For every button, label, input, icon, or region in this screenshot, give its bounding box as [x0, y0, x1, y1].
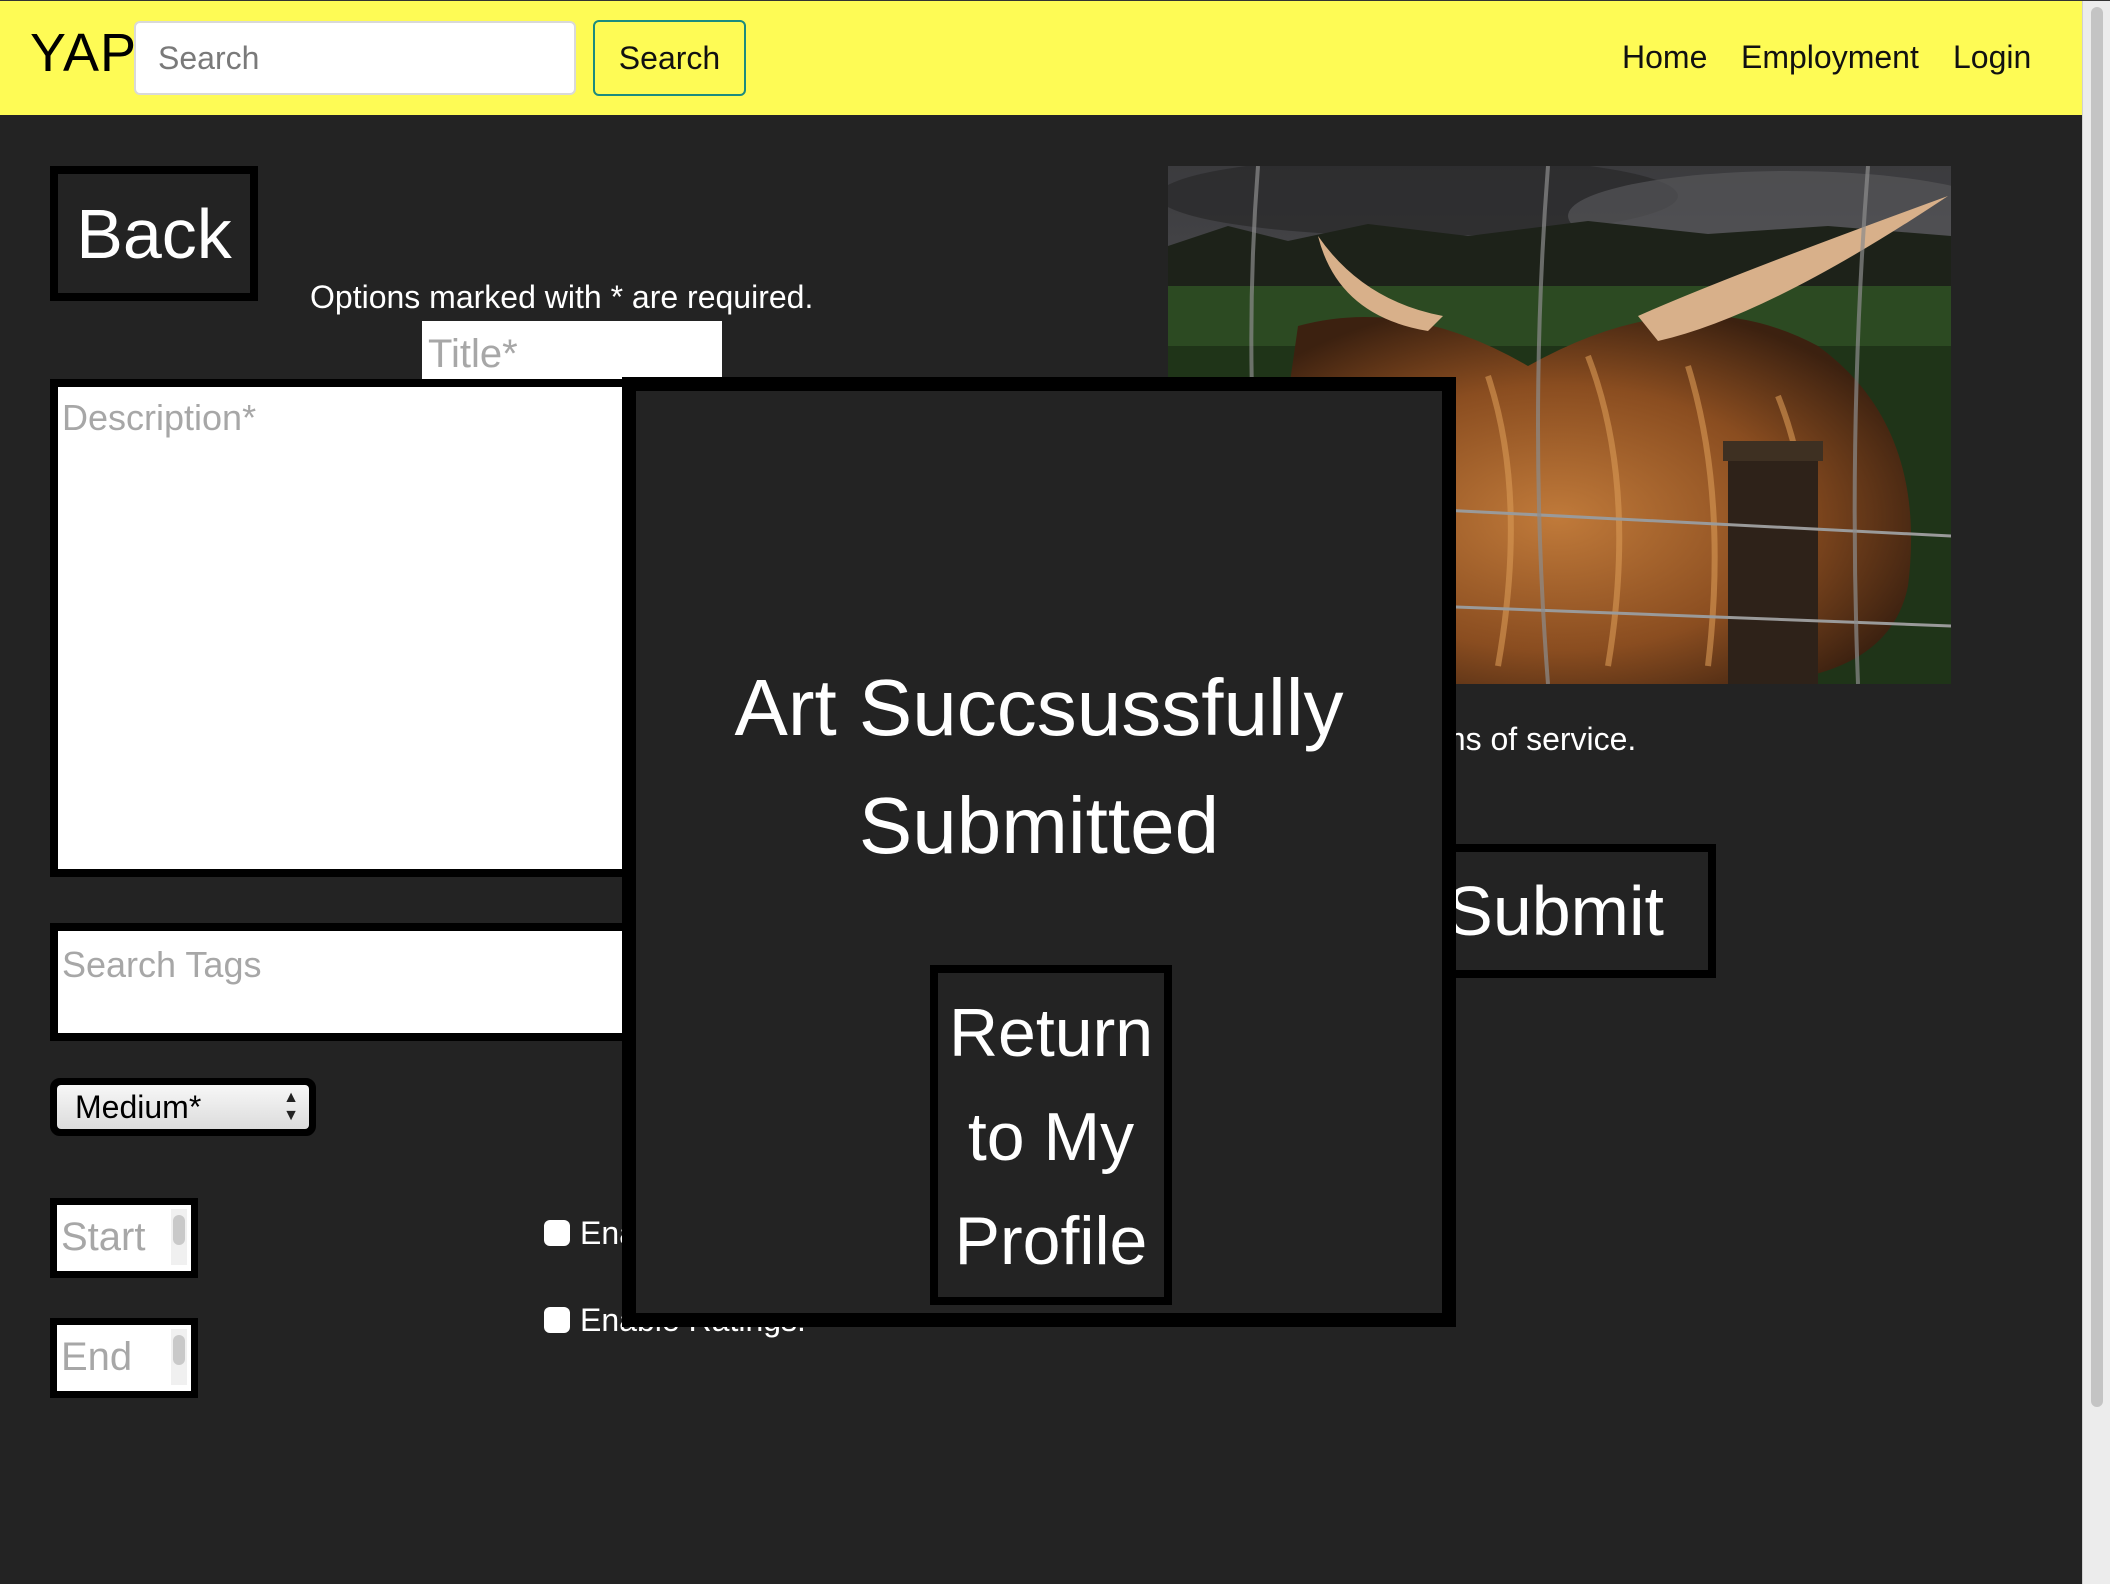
- description-box: [50, 379, 650, 877]
- enable-comments-checkbox[interactable]: [544, 1220, 570, 1246]
- required-note: Options marked with * are required.: [310, 279, 814, 315]
- nav-link-home[interactable]: Home: [1622, 37, 1707, 77]
- search-tags-input[interactable]: [58, 931, 642, 1033]
- end-time-spinner[interactable]: [171, 1329, 187, 1385]
- success-modal: Art Succsussfully Submitted Return to My…: [622, 377, 1456, 1327]
- title-input[interactable]: [422, 321, 722, 379]
- description-input[interactable]: [58, 387, 642, 869]
- modal-title: Art Succsussfully Submitted: [734, 663, 1344, 870]
- vertical-scrollbar[interactable]: [2082, 1, 2110, 1584]
- start-time-input[interactable]: Start: [50, 1198, 198, 1278]
- enable-ratings-checkbox[interactable]: [544, 1307, 570, 1333]
- medium-selected-value: Medium*: [75, 1089, 202, 1125]
- nav-link-employment[interactable]: Employment: [1741, 37, 1919, 77]
- start-time-placeholder: Start: [61, 1215, 146, 1259]
- select-arrows-icon: ▲ ▼: [283, 1089, 299, 1124]
- search-input[interactable]: [134, 21, 576, 95]
- medium-select-wrapper: Medium* ▲ ▼: [50, 1078, 316, 1136]
- return-to-profile-button[interactable]: Return to My Profile: [930, 965, 1172, 1305]
- navbar: YAP Search Home Employment Login: [0, 1, 2082, 115]
- search-button[interactable]: Search: [593, 20, 746, 96]
- start-time-spinner[interactable]: [171, 1209, 187, 1265]
- page: YAP Search Home Employment Login Back Op…: [0, 0, 2110, 1584]
- end-time-input[interactable]: End: [50, 1318, 198, 1398]
- medium-select[interactable]: Medium* ▲ ▼: [57, 1085, 309, 1129]
- brand-logo[interactable]: YAP: [30, 23, 137, 83]
- back-button[interactable]: Back: [50, 166, 258, 301]
- tags-box: [50, 923, 650, 1041]
- end-time-placeholder: End: [61, 1335, 133, 1379]
- submit-button[interactable]: Submit: [1420, 844, 1716, 978]
- nav-link-login[interactable]: Login: [1953, 37, 2031, 77]
- scrollbar-thumb[interactable]: [2091, 7, 2103, 1407]
